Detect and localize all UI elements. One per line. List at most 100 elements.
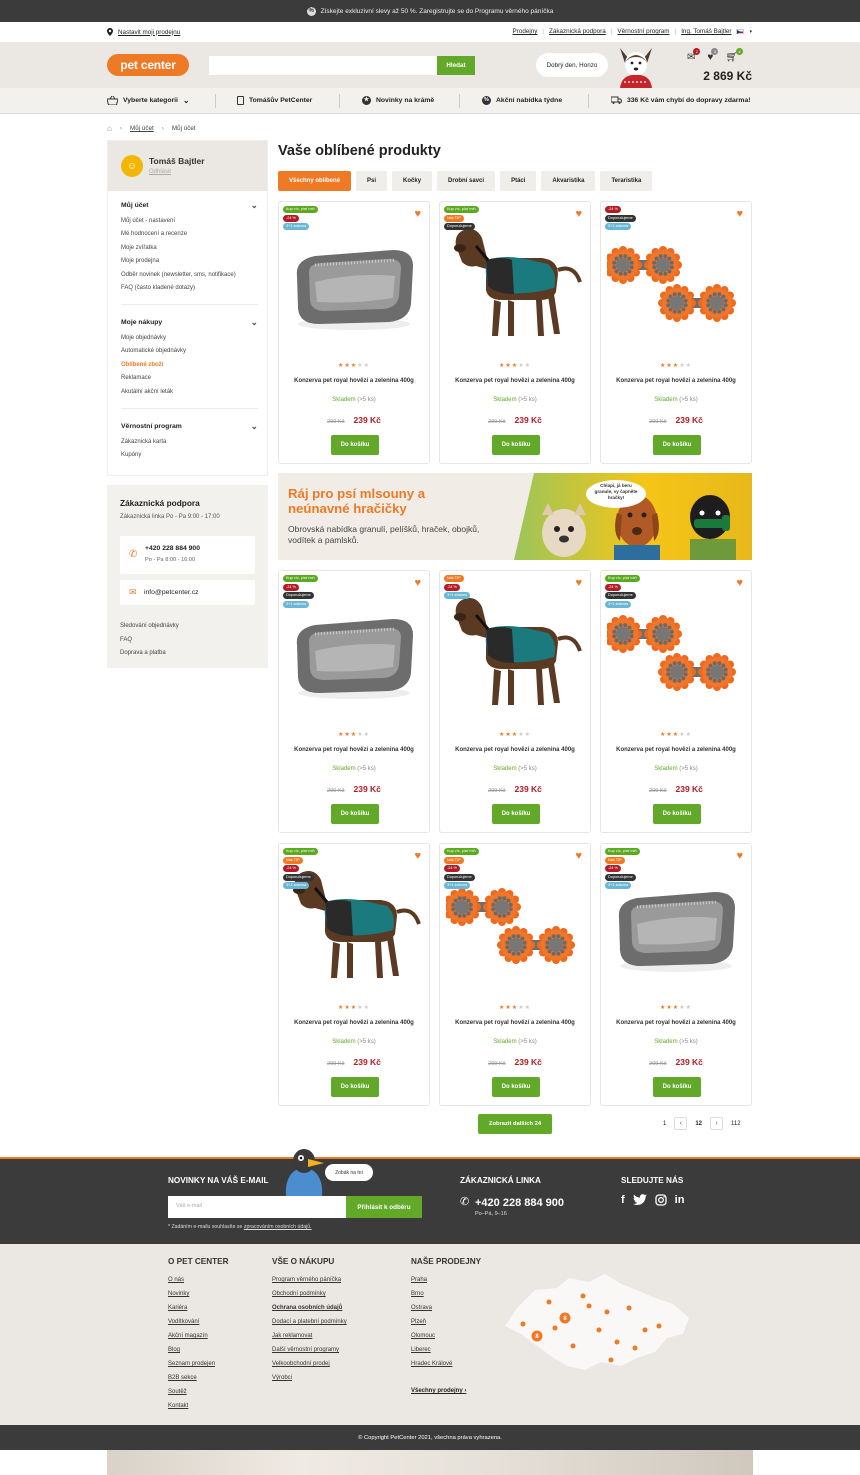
add-to-cart-button[interactable]: Do košíku <box>331 804 379 824</box>
promo-bar[interactable]: % Získejte exkluzivní slevy až 50 %. Zar… <box>0 0 860 22</box>
product-card[interactable]: Kup víc, plať míň -24 % 3+1 zdarma ♥ ★★★★★ Ko… <box>278 201 430 464</box>
add-to-cart-button[interactable]: Do košíku <box>492 1077 540 1097</box>
sidebar-link[interactable]: Oblíbené zboží <box>121 362 258 375</box>
order-tracking-link[interactable]: Sledování objednávky <box>120 620 179 634</box>
load-more-button[interactable]: Zobrazit dalších 24 <box>478 1114 552 1134</box>
newsletter-subscribe-button[interactable]: Přihlásit k odběru <box>346 1196 422 1218</box>
nav-item-new-arrivals[interactable]: ★ Novinky na krámě <box>362 96 434 105</box>
avatar[interactable]: ☺ <box>121 155 143 177</box>
user-link[interactable]: Ing. Tomáš Bajtler <box>681 28 731 35</box>
chevron-down-icon[interactable]: ⌄ <box>250 200 258 211</box>
logo[interactable]: pet center <box>107 54 189 76</box>
home-icon[interactable]: ⌂ <box>107 124 112 133</box>
product-name[interactable]: Konzerva pet royal hovězí a zelenina 400… <box>440 747 590 753</box>
favorite-heart-icon[interactable]: ♥ <box>414 850 421 862</box>
footer-link[interactable]: Akční magazín <box>168 1333 229 1347</box>
footer-link[interactable]: Brno <box>411 1291 481 1305</box>
product-card[interactable]: -24 % Doporučujeme 3+1 zdarma ♥ ★★★★★ Konzerv… <box>600 201 752 464</box>
support-link[interactable]: Zákaznická podpora <box>549 28 606 35</box>
favorite-heart-icon[interactable]: ♥ <box>414 577 421 589</box>
nav-item-my-petcenter[interactable]: Tomášův PetCenter <box>237 96 312 105</box>
product-name[interactable]: Konzerva pet royal hovězí a zelenina 400… <box>279 747 429 753</box>
add-to-cart-button[interactable]: Do košíku <box>492 435 540 455</box>
instagram-icon[interactable] <box>655 1194 667 1206</box>
facebook-icon[interactable]: f <box>621 1194 625 1206</box>
product-image[interactable] <box>446 216 584 346</box>
filter-tab[interactable]: Psi <box>356 171 388 191</box>
footer-link[interactable]: Jak reklamovat <box>272 1333 347 1347</box>
product-name[interactable]: Konzerva pet royal hovězí a zelenina 400… <box>440 378 590 384</box>
footer-link[interactable]: Seznam prodejen <box>168 1361 229 1375</box>
category-menu[interactable]: Vyberte kategorii ⌄ <box>107 96 190 105</box>
add-to-cart-button[interactable]: Do košíku <box>331 435 379 455</box>
footer-link[interactable]: Hradec Králové <box>411 1361 481 1375</box>
mail-icon[interactable]: ✉ 1 <box>687 48 701 63</box>
footer-link[interactable]: Plzeň <box>411 1319 481 1333</box>
product-image[interactable] <box>446 585 584 715</box>
sidebar-section-title[interactable]: Věrnostní program ⌄ <box>121 421 258 431</box>
filter-tab[interactable]: Drobní savci <box>437 171 496 191</box>
next-page-icon[interactable]: › <box>710 1117 724 1130</box>
chevron-down-icon[interactable]: ⌄ <box>250 317 258 328</box>
favorite-heart-icon[interactable]: ♥ <box>575 850 582 862</box>
favorite-heart-icon[interactable]: ♥ <box>575 208 582 220</box>
page-current[interactable]: 12 <box>695 1121 702 1127</box>
sidebar-link[interactable]: Kupóny <box>121 452 258 465</box>
dog-avatar-icon[interactable] <box>612 44 660 88</box>
breadcrumb-item[interactable]: Můj účet <box>130 125 154 132</box>
product-name[interactable]: Konzerva pet royal hovězí a zelenina 400… <box>601 747 751 753</box>
add-to-cart-button[interactable]: Do košíku <box>653 435 701 455</box>
favorite-heart-icon[interactable]: ♥ <box>736 208 743 220</box>
footer-link[interactable]: Obchodní podmínky <box>272 1291 347 1305</box>
footer-link[interactable]: Liberec <box>411 1347 481 1361</box>
footer-link[interactable]: Další věrnostní programy <box>272 1347 347 1361</box>
product-name[interactable]: Konzerva pet royal hovězí a zelenina 400… <box>601 1020 751 1026</box>
sidebar-section-title[interactable]: Můj účet ⌄ <box>121 200 258 211</box>
add-to-cart-button[interactable]: Do košíku <box>331 1077 379 1097</box>
search-input[interactable] <box>209 56 437 75</box>
sidebar-link[interactable]: Můj účet - nastavení <box>121 218 258 231</box>
footer-link[interactable]: Ostrava <box>411 1305 481 1319</box>
stores-link[interactable]: Prodejny <box>513 28 538 35</box>
sidebar-link[interactable]: Moje objednávky <box>121 335 258 348</box>
faq-link[interactable]: FAQ <box>120 634 179 648</box>
sidebar-link[interactable]: Automatické objednávky <box>121 348 258 361</box>
nav-item-weekly-offer[interactable]: % Akční nabídka týdne <box>482 96 562 105</box>
set-store-link[interactable]: Nastavit moji prodejnu <box>107 28 180 36</box>
filter-tab[interactable]: Teraristika <box>600 171 653 191</box>
hotline-phone[interactable]: +420 228 884 900 <box>475 1197 564 1209</box>
page-last[interactable]: 112 <box>731 1121 741 1127</box>
add-to-cart-button[interactable]: Do košíku <box>653 804 701 824</box>
footer-link[interactable]: Kontakt <box>168 1403 229 1417</box>
product-name[interactable]: Konzerva pet royal hovězí a zelenina 400… <box>279 378 429 384</box>
sidebar-link[interactable]: Zákaznická karta <box>121 439 258 452</box>
product-name[interactable]: Konzerva pet royal hovězí a zelenina 400… <box>440 1020 590 1026</box>
shipping-link[interactable]: Doprava a platba <box>120 647 179 661</box>
favorite-heart-icon[interactable]: ♥ <box>414 208 421 220</box>
logout-link[interactable]: Odhlásit <box>149 169 171 175</box>
product-card[interactable]: Náš TIP -24 % 3+1 zdarma ♥ ★★★★★ Konzerva pet… <box>439 570 591 833</box>
footer-link[interactable]: Program věrného páníčka <box>272 1277 347 1291</box>
cart-total[interactable]: 2 869 Kč <box>703 69 752 83</box>
sidebar-link[interactable]: FAQ (často kladené dotazy) <box>121 285 258 298</box>
phone-card[interactable]: ✆ +420 228 884 900 Po - Pa 8:00 - 16:00 <box>120 536 255 574</box>
favorite-heart-icon[interactable]: ♥ <box>736 850 743 862</box>
footer-link[interactable]: Soutěž <box>168 1389 229 1403</box>
footer-link[interactable]: Novinky <box>168 1291 229 1305</box>
sidebar-link[interactable]: Odběr novinek (newsletter, sms, notifika… <box>121 272 258 285</box>
sidebar-section-title[interactable]: Moje nákupy ⌄ <box>121 317 258 328</box>
sidebar-link[interactable]: Akutální akční leták <box>121 389 258 402</box>
sidebar-link[interactable]: Moje zvířatka <box>121 245 258 258</box>
product-card[interactable]: Kup víc, plať míň Náš TIP Doporučujeme ♥ ★★★… <box>439 201 591 464</box>
heart-icon[interactable]: ♥ 3 <box>707 48 719 63</box>
footer-link[interactable]: Blog <box>168 1347 229 1361</box>
favorite-heart-icon[interactable]: ♥ <box>575 577 582 589</box>
privacy-link[interactable]: zpracováním osobních údajů. <box>244 1224 312 1230</box>
footer-link[interactable]: Olomouc <box>411 1333 481 1347</box>
favorite-heart-icon[interactable]: ♥ <box>736 577 743 589</box>
linkedin-icon[interactable]: in <box>675 1194 685 1206</box>
product-card[interactable]: Kup víc, plať míň -24 % Doporučujeme 3+1 zd… <box>278 570 430 833</box>
footer-link[interactable]: B2B sekce <box>168 1375 229 1389</box>
czech-flag-icon[interactable] <box>736 29 745 34</box>
page-first[interactable]: 1 <box>663 1121 666 1127</box>
